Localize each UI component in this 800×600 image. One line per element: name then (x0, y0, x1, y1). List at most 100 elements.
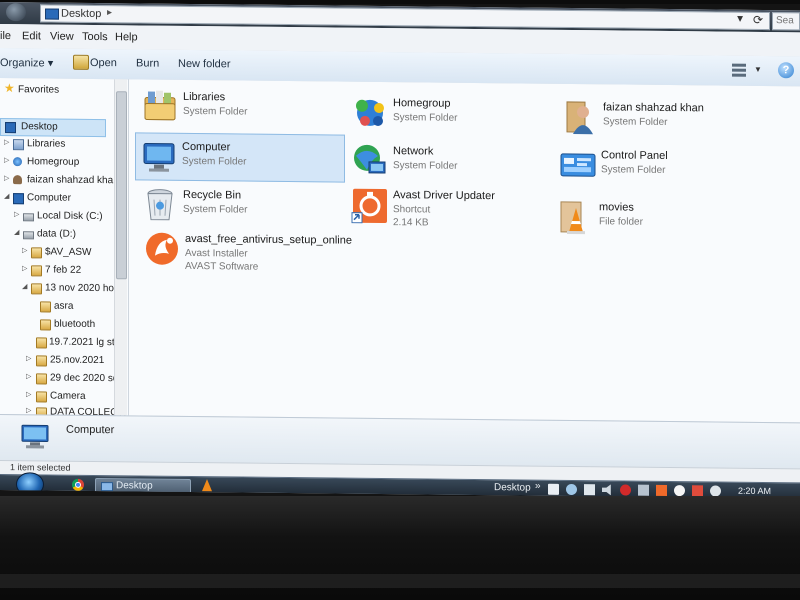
collapse-arrow-icon[interactable]: ◢ (14, 228, 19, 236)
tile-avast-installer[interactable]: avast_free_antivirus_setup_online Avast … (139, 225, 369, 273)
tile-network[interactable]: Network System Folder (347, 138, 555, 186)
nav-item-label: faizan shahzad kha (27, 174, 114, 187)
expand-arrow-icon[interactable]: ▷ (26, 406, 31, 414)
nav-item-label: Libraries (27, 138, 66, 150)
nav-item-folder[interactable]: ▷ 29 dec 2020 sd (0, 370, 118, 387)
expand-arrow-icon[interactable]: ▷ (14, 210, 19, 218)
notification-icon[interactable] (548, 483, 559, 495)
navigation-pane: ★ Favorites Desktop ▷ Libraries ▷ Homegr… (0, 78, 129, 416)
nav-item-computer[interactable]: ◢ Computer (0, 190, 110, 207)
nav-item-libraries[interactable]: ▷ Libraries (0, 136, 110, 153)
nav-item-folder[interactable]: ▷ Camera (0, 388, 110, 405)
opera-icon[interactable] (620, 484, 631, 496)
nav-item-homegroup[interactable]: ▷ Homegroup (0, 154, 110, 171)
nav-item-label: bluetooth (54, 318, 96, 330)
toolbar-chevron-icon[interactable]: » (535, 481, 541, 492)
folder-icon (36, 391, 47, 403)
tile-type: Avast Installer (185, 247, 248, 260)
burn-button[interactable]: Burn (136, 57, 159, 69)
folder-icon (31, 283, 42, 295)
homegroup-icon (356, 99, 384, 126)
tray-app-icon[interactable] (710, 485, 721, 497)
nav-scrollbar-thumb[interactable] (116, 91, 127, 280)
tile-user-folder[interactable]: faizan shahzad khan System Folder (557, 94, 765, 142)
tile-type: System Folder (603, 116, 668, 128)
tile-type: System Folder (183, 203, 248, 216)
menu-help[interactable]: Help (115, 31, 138, 43)
keyboard-edge (0, 574, 800, 588)
tile-avast-driver-updater[interactable]: Avast Driver Updater Shortcut 2.14 KB (347, 182, 555, 230)
expand-arrow-icon[interactable]: ▷ (4, 138, 9, 146)
explorer-screen: Desktop ▸ ▼ ⟳ Sea ile Edit View Tools He… (0, 2, 800, 499)
change-view-icon[interactable] (732, 63, 746, 78)
menu-edit[interactable]: Edit (22, 30, 41, 42)
user-folder-icon (566, 101, 593, 135)
chevron-down-icon[interactable]: ▼ (735, 14, 745, 25)
collapse-arrow-icon[interactable]: ◢ (4, 192, 9, 200)
flag-icon[interactable] (692, 485, 703, 497)
view-options-chevron-icon[interactable]: ▼ (754, 65, 762, 74)
expand-arrow-icon[interactable]: ▷ (26, 354, 31, 362)
chrome-tray-icon[interactable] (674, 485, 685, 497)
open-button[interactable]: Open (90, 57, 117, 69)
nav-item-label: 13 nov 2020 hot (45, 282, 117, 295)
tile-size: 2.14 KB (393, 217, 429, 229)
vlc-icon[interactable] (202, 479, 212, 492)
expand-arrow-icon[interactable]: ▷ (22, 264, 27, 272)
search-placeholder: Sea (776, 15, 794, 27)
avast-tray-icon[interactable] (656, 484, 667, 496)
nav-item-label: Local Disk (C:) (37, 210, 103, 223)
tile-name: Network (393, 145, 434, 158)
nav-item-folder[interactable]: ◢ 13 nov 2020 hot (0, 280, 117, 297)
volume-icon[interactable] (602, 484, 613, 495)
tile-control-panel[interactable]: Control Panel System Folder (555, 142, 763, 190)
tile-type: Shortcut (393, 204, 431, 216)
nav-item-folder[interactable]: ▷ $AV_ASW (0, 244, 110, 261)
tile-movies[interactable]: movies File folder (553, 194, 761, 242)
nav-item-folder[interactable]: ▷ 25.nov.2021 (0, 352, 110, 369)
nav-item-user[interactable]: ▷ faizan shahzad kha (0, 172, 114, 189)
action-center-icon[interactable] (584, 484, 595, 496)
menu-view[interactable]: View (50, 31, 74, 43)
tile-homegroup[interactable]: Homegroup System Folder (347, 90, 555, 138)
back-button[interactable] (6, 3, 26, 22)
expand-arrow-icon[interactable]: ▷ (22, 246, 27, 254)
nav-item-folder[interactable]: ▷ 7 feb 22 (0, 262, 110, 279)
expand-arrow-icon[interactable]: ▷ (26, 372, 31, 380)
breadcrumb-arrow-icon[interactable]: ▸ (107, 7, 112, 18)
nav-item-data-drive[interactable]: ◢ data (D:) (0, 226, 110, 243)
search-input[interactable]: Sea (772, 12, 800, 31)
clock[interactable]: 2:20 AM (738, 486, 771, 496)
help-icon[interactable]: ? (778, 62, 794, 79)
nav-item-folder[interactable]: 19.7.2021 lg sty (0, 334, 120, 351)
collapse-arrow-icon[interactable]: ◢ (22, 282, 27, 290)
folder-icon (36, 355, 47, 367)
libraries-icon (144, 90, 176, 121)
tile-libraries[interactable]: Libraries System Folder (137, 83, 345, 131)
folder-icon (31, 265, 42, 277)
nav-item-folder[interactable]: bluetooth (0, 316, 110, 333)
nav-item-folder[interactable]: asra (0, 298, 110, 315)
tile-computer[interactable]: Computer System Folder (135, 132, 345, 183)
menu-tools[interactable]: Tools (82, 31, 108, 43)
refresh-icon[interactable]: ⟳ (753, 13, 763, 27)
organize-button[interactable]: Organize ▾ (0, 56, 53, 70)
tile-recycle-bin[interactable]: Recycle Bin System Folder (137, 181, 345, 229)
taskbar-explorer-button[interactable]: Desktop (95, 477, 191, 496)
tile-publisher: AVAST Software (185, 260, 259, 273)
nav-item-desktop[interactable]: Desktop (0, 118, 106, 138)
nav-item-favorites[interactable]: ★ Favorites (0, 81, 110, 99)
tile-name: Control Panel (601, 149, 668, 162)
nav-item-local-disk[interactable]: ▷ Local Disk (C:) (0, 208, 110, 225)
desktop-toolbar-label[interactable]: Desktop (494, 482, 531, 493)
tray-app-icon[interactable] (638, 484, 649, 496)
chrome-icon[interactable] (72, 478, 84, 491)
network-tray-icon[interactable] (566, 483, 577, 496)
nav-item-label: 7 feb 22 (45, 264, 82, 276)
start-button[interactable] (16, 472, 44, 497)
menu-file[interactable]: ile (0, 30, 11, 42)
expand-arrow-icon[interactable]: ▷ (4, 174, 9, 182)
expand-arrow-icon[interactable]: ▷ (4, 156, 9, 164)
new-folder-button[interactable]: New folder (178, 58, 231, 71)
expand-arrow-icon[interactable]: ▷ (26, 390, 31, 398)
